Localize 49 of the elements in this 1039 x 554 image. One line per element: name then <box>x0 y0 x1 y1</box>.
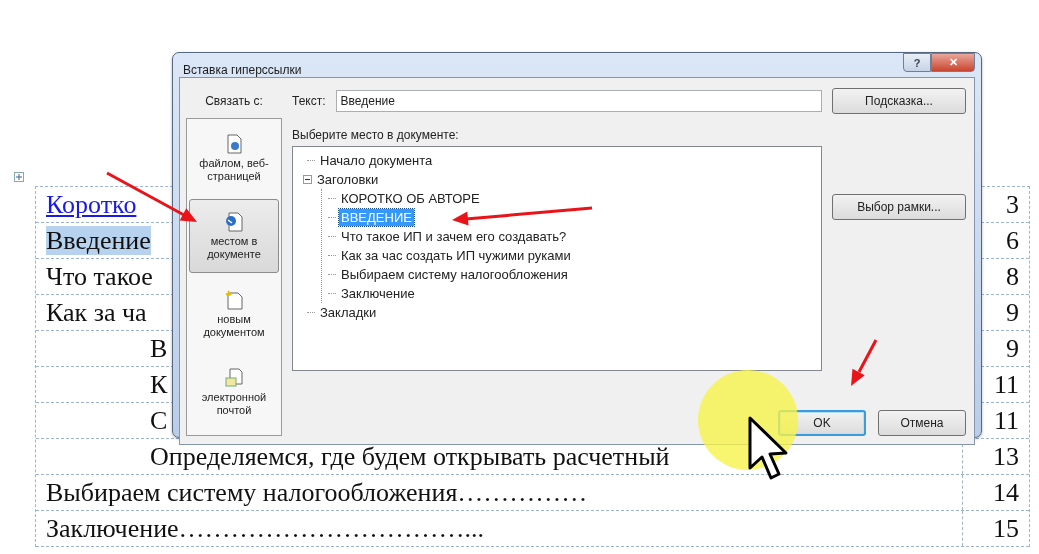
toc-entry: Введение <box>46 226 151 255</box>
link-to-label: Связать с: <box>205 94 263 108</box>
page-number: 9 <box>1006 298 1019 327</box>
page-number: 13 <box>993 442 1019 471</box>
tree-item[interactable]: Закладки <box>318 304 379 321</box>
tree-item[interactable]: Что такое ИП и зачем его создавать? <box>339 228 569 245</box>
tree-item[interactable]: Заключение <box>339 285 417 302</box>
toc-entry: С <box>150 406 168 435</box>
link-type-item[interactable]: новым документом <box>189 277 279 351</box>
tree-item[interactable]: Заголовки <box>315 171 381 188</box>
toc-entry: Заключение……………………………... <box>46 514 485 543</box>
toc-entry: Что такое <box>46 262 153 291</box>
text-label: Текст: <box>292 94 326 108</box>
globe-page-icon <box>225 133 243 154</box>
frame-button[interactable]: Выбор рамки... <box>832 194 966 220</box>
page-number: 9 <box>1006 334 1019 363</box>
tree-item[interactable]: Выбираем систему налогообложения <box>339 266 570 283</box>
page-number: 15 <box>993 514 1019 543</box>
page-number: 8 <box>1006 262 1019 291</box>
link-type-item[interactable]: местом в документе <box>189 199 279 273</box>
help-button[interactable]: ? <box>903 53 931 72</box>
toc-entry: К <box>150 370 168 399</box>
tip-button[interactable]: Подсказка... <box>832 88 966 114</box>
dialog-button[interactable]: Отмена <box>878 410 966 436</box>
page-number: 3 <box>1006 190 1019 219</box>
collapse-icon[interactable] <box>303 175 312 184</box>
page-number: 11 <box>993 406 1019 435</box>
page-number: 14 <box>993 478 1019 507</box>
toc-link[interactable]: Коротко <box>46 190 137 219</box>
cursor-icon <box>748 416 788 480</box>
tree-item[interactable]: Начало документа <box>318 152 435 169</box>
text-field[interactable]: Введение <box>335 90 822 112</box>
arrow-drawing <box>851 339 878 386</box>
tree-item[interactable]: Как за час создать ИП чужими руками <box>339 247 573 264</box>
new-page-icon <box>225 289 243 310</box>
move-handle-icon[interactable] <box>14 172 24 182</box>
page-number: 11 <box>993 370 1019 399</box>
mail-page-icon <box>225 367 243 388</box>
toc-entry: В <box>150 334 168 363</box>
toc-entry: Как за ча <box>46 298 147 327</box>
dialog-title: Вставка гиперссылки <box>183 63 302 77</box>
link-type-item[interactable]: файлом, веб-страницей <box>189 121 279 195</box>
toc-entry: Выбираем систему налогообложения…………… <box>46 478 588 507</box>
tree-item[interactable]: КОРОТКО ОБ АВТОРЕ <box>339 190 482 207</box>
page-number: 6 <box>1006 226 1019 255</box>
page-link-icon <box>225 211 243 232</box>
link-type-item[interactable]: электронной почтой <box>189 355 279 429</box>
toc-entry: Определяемся, где будем открывать расчетный <box>150 442 670 471</box>
place-label: Выберите место в документе: <box>292 128 460 142</box>
